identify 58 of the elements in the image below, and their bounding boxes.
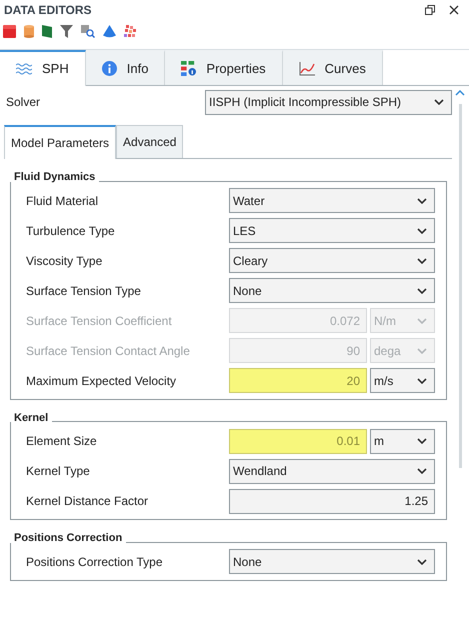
chevron-down-icon: [417, 318, 427, 324]
chevron-down-icon: [434, 99, 444, 105]
chevron-down-icon: [417, 348, 427, 354]
field-label: Surface Tension Contact Angle: [26, 342, 190, 360]
waves-icon: [16, 63, 32, 75]
particle-grid-icon[interactable]: [124, 24, 137, 38]
line-chart-icon: [298, 62, 315, 76]
panel-icon[interactable]: [42, 24, 52, 38]
scrollbar-thumb[interactable]: [458, 104, 462, 468]
dropdown[interactable]: LES: [229, 218, 435, 243]
cube-icon[interactable]: [3, 24, 16, 38]
group-title: Kernel: [13, 410, 50, 426]
chevron-down-icon: [417, 378, 427, 384]
dropdown[interactable]: Wendland: [229, 458, 435, 484]
filter-icon[interactable]: [60, 24, 73, 38]
cone-icon[interactable]: [103, 24, 116, 38]
field-label: Positions Correction Type: [26, 554, 163, 570]
field-label: Surface Tension Coefficient: [26, 312, 172, 330]
field-label: Turbulence Type: [26, 222, 115, 240]
group-title: Fluid Dynamics: [13, 170, 96, 185]
number-field[interactable]: 1.25: [229, 488, 435, 514]
chevron-down-icon: [417, 198, 427, 204]
dropdown[interactable]: None: [229, 278, 435, 303]
chevron-down-icon: [417, 288, 427, 294]
properties-icon: [181, 61, 196, 76]
tab[interactable]: Model Parameters: [4, 125, 116, 159]
cube-search-icon[interactable]: [81, 24, 95, 38]
restore-icon[interactable]: [425, 5, 435, 15]
dropdown[interactable]: Cleary: [229, 248, 435, 273]
field-label: Kernel Type: [26, 463, 90, 480]
tab[interactable]: Properties: [165, 50, 283, 85]
field-label: Kernel Distance Factor: [26, 493, 148, 510]
chevron-down-icon: [417, 258, 427, 264]
group-title: Positions Correction: [13, 531, 124, 546]
field-label: Fluid Material: [26, 192, 98, 210]
tab[interactable]: Advanced: [116, 125, 184, 158]
field-label: Surface Tension Type: [26, 282, 141, 300]
dropdown[interactable]: IISPH (Implicit Incompressible SPH): [205, 90, 452, 114]
field-label: Viscosity Type: [26, 252, 102, 270]
scroll-up-icon[interactable]: [455, 90, 465, 96]
panel-title: DATA EDITORS: [4, 2, 92, 19]
tab[interactable]: Curves: [282, 50, 383, 85]
dropdown[interactable]: m: [370, 428, 435, 454]
dropdown[interactable]: Water: [229, 188, 435, 213]
chevron-down-icon: [417, 228, 427, 234]
field-label: Maximum Expected Velocity: [26, 372, 176, 390]
chevron-down-icon: [417, 558, 427, 564]
tab[interactable]: Info: [86, 50, 166, 85]
field-label: Solver: [5, 94, 40, 111]
cylinder-icon[interactable]: [24, 24, 34, 38]
chevron-down-icon: [417, 438, 427, 444]
info-icon: [102, 61, 117, 76]
field-label: Element Size: [26, 433, 97, 450]
dropdown[interactable]: m/s: [370, 368, 435, 393]
close-icon[interactable]: [449, 5, 459, 15]
chevron-down-icon: [417, 468, 427, 474]
dropdown[interactable]: None: [229, 549, 435, 574]
tab[interactable]: SPH: [0, 50, 86, 86]
